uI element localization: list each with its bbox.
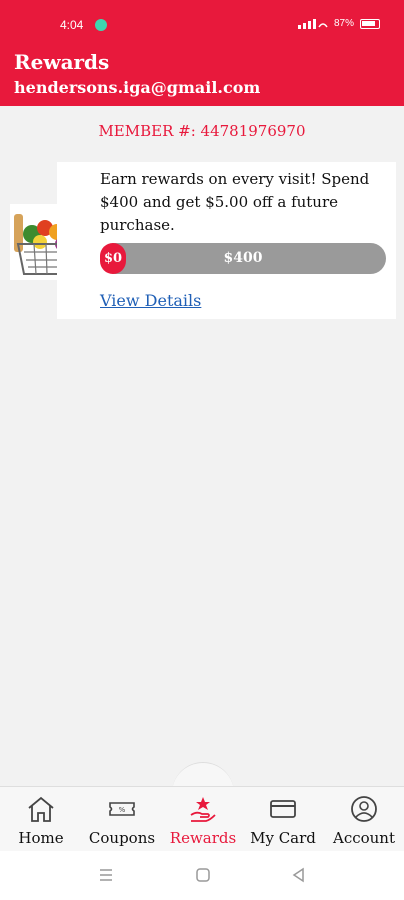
- progress-start-label: $0: [100, 243, 126, 274]
- system-nav-bar: [0, 851, 404, 900]
- nav-label-coupons: Coupons: [88, 829, 156, 847]
- status-icons: 87%: [297, 18, 380, 29]
- app-notification-icon: [95, 19, 107, 31]
- svg-text:%: %: [119, 806, 126, 814]
- nav-label-my-card: My Card: [250, 829, 316, 847]
- recent-apps-icon[interactable]: [96, 867, 116, 883]
- rewards-icon: [190, 797, 216, 822]
- nav-item-my-card[interactable]: My Card: [250, 787, 316, 852]
- progress-goal-label: $400: [223, 250, 263, 266]
- bottom-nav: Home % Coupons Rewards My Card Account: [0, 786, 404, 851]
- coupon-icon: %: [109, 802, 135, 816]
- nav-label-rewards: Rewards: [169, 829, 237, 847]
- battery-percent: 87%: [333, 18, 354, 29]
- status-bar: 4:04 87%: [0, 0, 404, 50]
- nav-label-home: Home: [18, 829, 64, 847]
- nav-item-rewards[interactable]: Rewards: [168, 787, 238, 852]
- user-email: hendersons.iga@gmail.com: [14, 78, 261, 97]
- page-title: Rewards: [14, 50, 110, 74]
- nav-item-home[interactable]: Home: [10, 787, 72, 852]
- reward-card: Earn rewards on every visit! Spend $400 …: [57, 162, 396, 319]
- reward-progress-bar: $400 $0: [100, 243, 386, 274]
- nav-item-account[interactable]: Account: [330, 787, 398, 852]
- view-details-link[interactable]: View Details: [100, 291, 201, 310]
- account-icon: [351, 796, 377, 822]
- card-icon: [270, 800, 296, 818]
- battery-icon: [360, 18, 380, 29]
- home-system-icon[interactable]: [194, 867, 212, 883]
- nav-label-account: Account: [332, 829, 395, 847]
- home-icon: [28, 796, 54, 822]
- status-time: 4:04: [60, 18, 84, 32]
- nav-item-coupons[interactable]: % Coupons: [84, 787, 160, 852]
- reward-description: Earn rewards on every visit! Spend $400 …: [100, 170, 370, 234]
- app-header: Rewards hendersons.iga@gmail.com: [0, 50, 404, 106]
- signal-icon: [297, 18, 328, 29]
- member-number: MEMBER #: 44781976970: [98, 122, 306, 140]
- back-icon[interactable]: [290, 867, 308, 883]
